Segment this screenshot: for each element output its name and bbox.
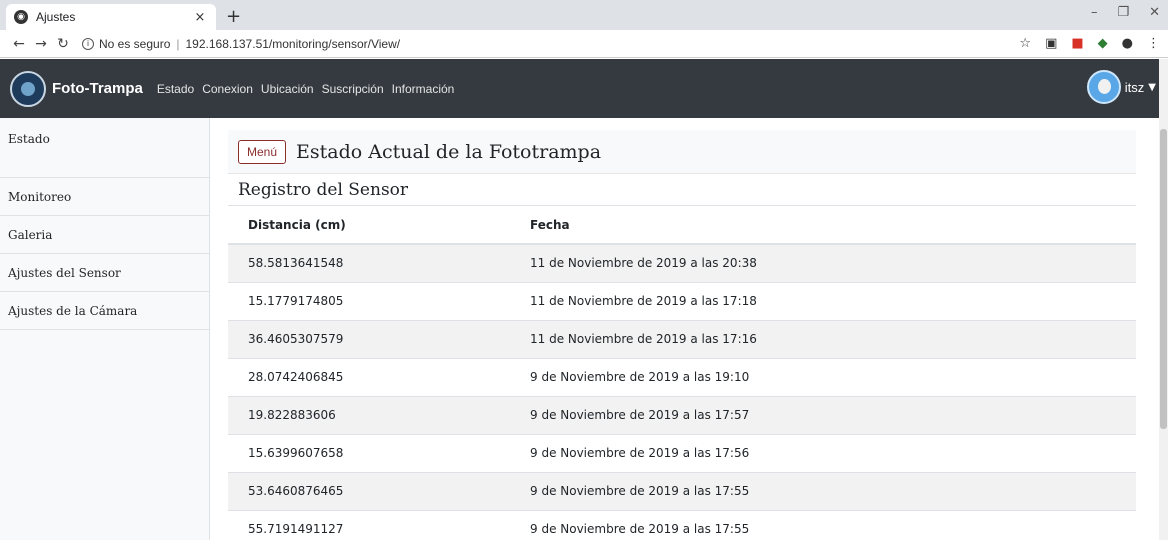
sidebar-item-monitoreo[interactable]: Monitoreo [0,178,209,216]
cell-distancia: 55.7191491127 [228,509,510,548]
avatar[interactable] [1086,70,1121,104]
url-text: 192.168.137.51/monitoring/sensor/View/ [185,36,401,51]
restore-icon[interactable]: ❐ [1117,5,1129,20]
column-header-fecha: Fecha [510,206,1136,245]
sidebar-item-estado[interactable]: Estado [0,118,209,178]
menu-dots-icon[interactable]: ⋮ [1147,36,1160,51]
sidebar-item-ajustes-sensor[interactable]: Ajustes del Sensor [0,254,209,292]
url-separator: | [176,36,180,51]
cell-fecha: 11 de Noviembre de 2019 a las 17:16 [510,319,1136,358]
nav-item-suscripcion[interactable]: Suscripción [322,82,384,96]
nav-item-estado[interactable]: Estado [157,82,194,96]
cell-fecha: 9 de Noviembre de 2019 a las 17:55 [510,471,1136,510]
table-row: 19.822883606 9 de Noviembre de 2019 a la… [228,395,1136,434]
cell-distancia: 28.0742406845 [228,357,510,396]
cell-fecha: 11 de Noviembre de 2019 a las 20:38 [510,243,1136,282]
table-row: 28.0742406845 9 de Noviembre de 2019 a l… [228,357,1136,396]
main-content: Menú Estado Actual de la Fototrampa Regi… [228,130,1136,548]
caret-down-icon[interactable]: ▼ [1148,82,1156,93]
brand-logo-icon[interactable] [10,70,46,107]
menu-button[interactable]: Menú [238,139,287,164]
cell-distancia: 15.1779174805 [228,281,510,320]
user-name[interactable]: itsz [1125,80,1145,95]
profile-icon[interactable]: ● [1122,36,1133,51]
table-row: 55.7191491127 9 de Noviembre de 2019 a l… [228,509,1136,548]
user-menu[interactable]: itsz ▼ [1086,70,1156,104]
browser-tab[interactable]: ◉ Ajustes × [6,4,216,30]
sidebar-item-galeria[interactable]: Galeria [0,216,209,254]
extension-icons: ☆ ▣ ■ ◆ ● ⋮ [1019,36,1160,51]
url-field[interactable]: i No es seguro | 192.168.137.51/monitori… [82,37,400,51]
cell-distancia: 15.6399607658 [228,433,510,472]
extension-icon[interactable]: ▣ [1045,36,1057,51]
section-title: Registro del Sensor [228,174,1136,206]
cell-fecha: 9 de Noviembre de 2019 a las 17:57 [510,395,1136,434]
column-header-distancia: Distancia (cm) [228,206,510,245]
nav-item-informacion[interactable]: Información [392,82,455,96]
back-icon[interactable]: ← [8,36,30,52]
new-tab-icon[interactable]: + [226,6,241,27]
page-header: Menú Estado Actual de la Fototrampa [228,130,1136,174]
forward-icon[interactable]: → [30,36,52,52]
nav-item-conexion[interactable]: Conexion [202,82,253,96]
scrollbar-thumb[interactable] [1160,129,1167,429]
tab-close-icon[interactable]: × [192,10,208,25]
chrome-favicon-icon: ◉ [14,10,28,24]
tab-title: Ajustes [36,10,76,24]
cell-distancia: 36.4605307579 [228,319,510,358]
sidebar: Estado Monitoreo Galeria Ajustes del Sen… [0,118,210,540]
browser-tab-bar: ◉ Ajustes × + – ❐ ✕ [0,0,1168,30]
cell-distancia: 53.6460876465 [228,471,510,510]
cell-distancia: 58.5813641548 [228,243,510,282]
minimize-icon[interactable]: – [1091,5,1098,20]
brand-name[interactable]: Foto-Trampa [52,80,143,97]
table-row: 58.5813641548 11 de Noviembre de 2019 a … [228,243,1136,282]
table-row: 15.6399607658 9 de Noviembre de 2019 a l… [228,433,1136,472]
reload-icon[interactable]: ↻ [52,36,74,52]
sidebar-item-ajustes-camara[interactable]: Ajustes de la Cámara [0,292,209,330]
cell-fecha: 9 de Noviembre de 2019 a las 19:10 [510,357,1136,396]
info-icon[interactable]: i [82,37,94,50]
nav-item-ubicacion[interactable]: Ubicación [261,82,314,96]
extension-red-icon[interactable]: ■ [1071,36,1083,51]
table-row: 36.4605307579 11 de Noviembre de 2019 a … [228,319,1136,358]
page-title: Estado Actual de la Fototrampa [296,140,602,163]
cell-fecha: 9 de Noviembre de 2019 a las 17:55 [510,509,1136,548]
insecure-label: No es seguro [99,36,171,51]
table-row: 15.1779174805 11 de Noviembre de 2019 a … [228,281,1136,320]
extension-green-icon[interactable]: ◆ [1098,36,1108,51]
close-window-icon[interactable]: ✕ [1149,5,1160,20]
cell-fecha: 9 de Noviembre de 2019 a las 17:56 [510,433,1136,472]
sensor-table: Distancia (cm) Fecha 58.5813641548 11 de… [228,206,1136,548]
app-navbar: Foto-Trampa Estado Conexion Ubicación Su… [0,59,1168,118]
window-controls: – ❐ ✕ [1091,5,1160,20]
page-scrollbar[interactable] [1159,59,1168,540]
cell-distancia: 19.822883606 [228,395,510,434]
table-header-row: Distancia (cm) Fecha [228,206,1136,245]
address-bar: ← → ↻ i No es seguro | 192.168.137.51/mo… [0,30,1168,58]
cell-fecha: 11 de Noviembre de 2019 a las 17:18 [510,281,1136,320]
table-row: 53.6460876465 9 de Noviembre de 2019 a l… [228,471,1136,510]
star-icon[interactable]: ☆ [1019,36,1031,51]
